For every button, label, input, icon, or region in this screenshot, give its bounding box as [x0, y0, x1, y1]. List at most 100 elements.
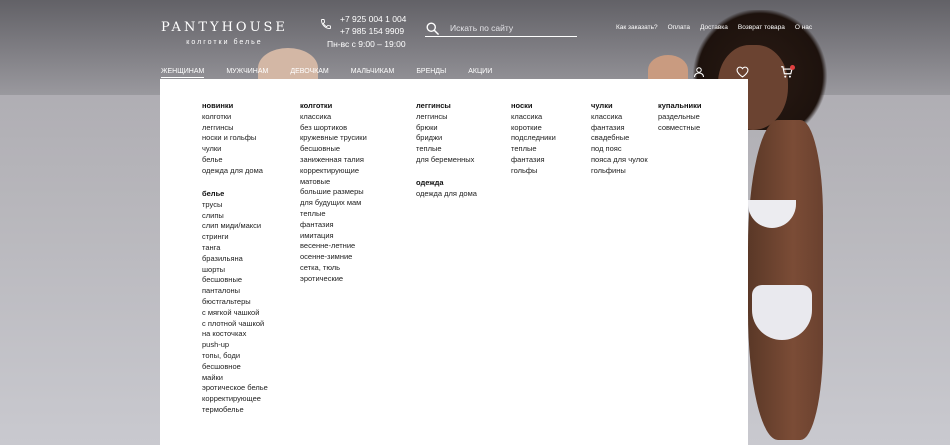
menu-link[interactable]: носки и гольфы	[202, 133, 268, 144]
menu-link[interactable]: бюстгальтеры	[202, 297, 268, 308]
menu-link[interactable]: брюки	[416, 123, 477, 134]
menu-link[interactable]: слип миди/макси	[202, 221, 268, 232]
nav-sale[interactable]: АКЦИИ	[468, 68, 492, 78]
menu-link[interactable]: фантазия	[511, 155, 556, 166]
menu-group-title[interactable]: белье	[202, 189, 268, 200]
menu-group-title[interactable]: купальники	[658, 101, 702, 112]
brand-tagline: колготки белье	[186, 39, 263, 46]
menu-link[interactable]: классика	[511, 112, 556, 123]
menu-group-title[interactable]: носки	[511, 101, 556, 112]
menu-link[interactable]: бесшовные	[300, 144, 367, 155]
menu-group: новинки колготки леггинсы носки и гольфы чул…	[202, 101, 268, 177]
brand-logo[interactable]: PANTYHOUSE колготки белье	[161, 20, 288, 46]
menu-link[interactable]: раздельные	[658, 112, 702, 123]
user-icon[interactable]	[693, 66, 705, 78]
menu-link[interactable]: бриджи	[416, 133, 477, 144]
menu-link[interactable]: топы, боди	[202, 351, 268, 362]
nav-girls[interactable]: ДЕВОЧКАМ	[290, 68, 328, 78]
menu-link[interactable]: без шортиков	[300, 123, 367, 134]
menu-link[interactable]: трусы	[202, 200, 268, 211]
menu-column-6: купальники раздельные совместные	[658, 101, 702, 146]
heart-icon[interactable]	[736, 66, 749, 78]
menu-link[interactable]: фантазия	[591, 123, 648, 134]
top-link-delivery[interactable]: Доставка	[700, 24, 728, 31]
top-link-payment[interactable]: Оплата	[668, 24, 690, 31]
menu-link[interactable]: эротические	[300, 274, 367, 285]
menu-group: чулки классика фантазия свадебные под пояс по…	[591, 101, 648, 177]
search-icon[interactable]	[425, 21, 440, 36]
menu-link[interactable]: теплые	[416, 144, 477, 155]
menu-group: белье трусы слипы слип миди/макси стринги тан…	[202, 189, 268, 416]
menu-link[interactable]: одежда для дома	[416, 189, 477, 200]
menu-link[interactable]: кружевные трусики	[300, 133, 367, 144]
menu-group-title[interactable]: чулки	[591, 101, 648, 112]
menu-group-title[interactable]: одежда	[416, 178, 477, 189]
menu-link[interactable]: осенне-зимние	[300, 252, 367, 263]
menu-link[interactable]: майки	[202, 373, 268, 384]
menu-link[interactable]: шорты	[202, 265, 268, 276]
nav-boys[interactable]: МАЛЬЧИКАМ	[351, 68, 395, 78]
menu-link[interactable]: гольфины	[591, 166, 648, 177]
nav-women[interactable]: ЖЕНЩИНАМ	[161, 68, 205, 78]
menu-link[interactable]: под пояс	[591, 144, 648, 155]
menu-link[interactable]: для беременных	[416, 155, 477, 166]
main-nav: ЖЕНЩИНАМ МУЖЧИНАМ ДЕВОЧКАМ МАЛЬЧИКАМ БРЕ…	[161, 68, 514, 78]
menu-link[interactable]: теплые	[511, 144, 556, 155]
top-link-how-to-order[interactable]: Как заказать?	[616, 24, 658, 31]
search-input[interactable]	[450, 21, 577, 35]
top-link-about[interactable]: О нас	[795, 24, 812, 31]
top-links: Как заказать? Оплата Доставка Возврат то…	[616, 24, 812, 31]
phone-number-2[interactable]: +7 985 154 9909	[340, 25, 406, 37]
menu-link[interactable]: корректирующее	[202, 394, 268, 405]
menu-link[interactable]: совместные	[658, 123, 702, 134]
menu-link[interactable]: бесшовное	[202, 362, 268, 373]
menu-link[interactable]: корректирующие	[300, 166, 367, 177]
top-link-returns[interactable]: Возврат товара	[738, 24, 785, 31]
nav-brands[interactable]: БРЕНДЫ	[416, 68, 446, 78]
menu-column-4: носки классика короткие подследники теплые фа…	[511, 101, 556, 189]
menu-link[interactable]: термобелье	[202, 405, 268, 416]
phone-number-1[interactable]: +7 925 004 1 004	[340, 13, 406, 25]
menu-link[interactable]: эротическое белье	[202, 383, 268, 394]
menu-link[interactable]: подследники	[511, 133, 556, 144]
menu-link[interactable]: свадебные	[591, 133, 648, 144]
menu-link[interactable]: с мягкой чашкой	[202, 308, 268, 319]
menu-link[interactable]: пояса для чулок	[591, 155, 648, 166]
menu-link[interactable]: сетка, тюль	[300, 263, 367, 274]
menu-group: носки классика короткие подследники теплые фа…	[511, 101, 556, 177]
working-hours: Пн-вс с 9:00 – 19:00	[327, 39, 406, 49]
menu-group-title[interactable]: новинки	[202, 101, 268, 112]
menu-link[interactable]: леггинсы	[202, 123, 268, 134]
menu-link[interactable]: на косточках	[202, 329, 268, 340]
menu-group-title[interactable]: колготки	[300, 101, 367, 112]
menu-link[interactable]: короткие	[511, 123, 556, 134]
menu-link[interactable]: леггинсы	[416, 112, 477, 123]
menu-link[interactable]: большие размеры	[300, 187, 367, 198]
nav-men[interactable]: МУЖЧИНАМ	[226, 68, 268, 78]
menu-link[interactable]: колготки	[202, 112, 268, 123]
menu-link[interactable]: чулки	[202, 144, 268, 155]
menu-link[interactable]: классика	[300, 112, 367, 123]
menu-link[interactable]: панталоны	[202, 286, 268, 297]
menu-link[interactable]: теплые	[300, 209, 367, 220]
menu-link[interactable]: для будущих мам	[300, 198, 367, 209]
menu-link[interactable]: танга	[202, 243, 268, 254]
menu-link[interactable]: стринги	[202, 232, 268, 243]
menu-link[interactable]: push-up	[202, 340, 268, 351]
menu-link[interactable]: имитация	[300, 231, 367, 242]
menu-link[interactable]: белье	[202, 155, 268, 166]
menu-link[interactable]: гольфы	[511, 166, 556, 177]
menu-link[interactable]: заниженная талия	[300, 155, 367, 166]
menu-link[interactable]: классика	[591, 112, 648, 123]
menu-link[interactable]: слипы	[202, 211, 268, 222]
menu-link[interactable]: бразильяна	[202, 254, 268, 265]
menu-link[interactable]: с плотной чашкой	[202, 319, 268, 330]
menu-link[interactable]: фантазия	[300, 220, 367, 231]
menu-link[interactable]: матовые	[300, 177, 367, 188]
menu-link[interactable]: одежда для дома	[202, 166, 268, 177]
menu-column-5: чулки классика фантазия свадебные под пояс по…	[591, 101, 648, 189]
menu-group-title[interactable]: леггинсы	[416, 101, 477, 112]
menu-link[interactable]: бесшовные	[202, 275, 268, 286]
menu-link[interactable]: весенне-летние	[300, 241, 367, 252]
mega-menu: новинки колготки леггинсы носки и гольфы чул…	[160, 79, 748, 445]
